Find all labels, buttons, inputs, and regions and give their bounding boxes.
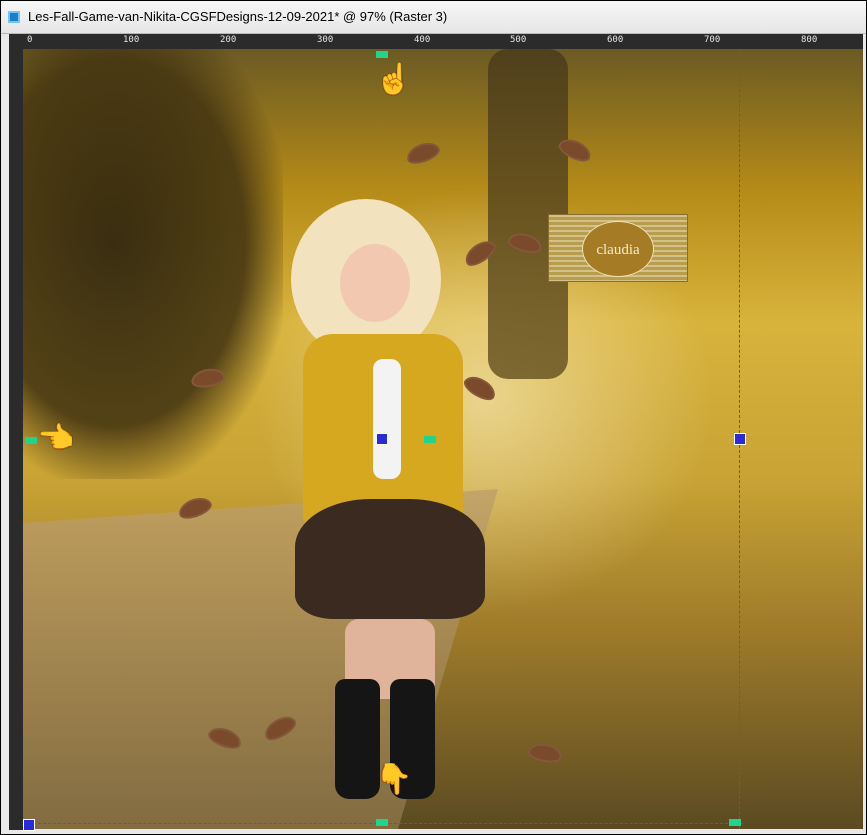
ruler-label: 400 — [414, 35, 431, 45]
hand-pointer-icon: 👇 — [375, 763, 413, 796]
window-titlebar[interactable]: Les-Fall-Game-van-Nikita-CGSFDesigns-12-… — [1, 1, 866, 34]
app-icon — [8, 11, 20, 23]
ruler-label: 100 — [123, 35, 140, 45]
watermark-oval: claudia — [582, 221, 654, 277]
image-window: Les-Fall-Game-van-Nikita-CGSFDesigns-12-… — [0, 0, 867, 835]
child-shirt — [373, 359, 401, 479]
ruler-label: 600 — [607, 35, 624, 45]
left-middle-handle[interactable] — [25, 437, 37, 444]
watermark-text-svg: claudia — [596, 242, 640, 258]
claudia-watermark: claudia — [548, 214, 688, 282]
child-skirt — [295, 499, 485, 619]
ruler-label: 800 — [801, 35, 818, 45]
child-figure — [285, 199, 495, 809]
hand-pointer-icon: 👈 — [37, 422, 75, 455]
hand-pointer-icon: ☝ — [375, 63, 413, 96]
watermark-text: claudia — [596, 242, 640, 258]
rotation-handle[interactable] — [424, 436, 436, 443]
top-ruler[interactable]: 0 100 200 300 400 500 600 700 800 — [27, 34, 863, 50]
child-face — [340, 244, 410, 322]
falling-leaf — [526, 741, 564, 765]
ruler-label: 0 — [27, 35, 33, 45]
left-ruler[interactable] — [9, 49, 24, 830]
ruler-corner — [9, 34, 27, 49]
bottom-left-handle[interactable] — [23, 819, 35, 831]
ruler-label: 200 — [220, 35, 237, 45]
forest-trees — [23, 49, 283, 479]
ruler-label: 300 — [317, 35, 334, 45]
child-boot-left — [335, 679, 380, 799]
right-middle-handle[interactable] — [734, 433, 746, 445]
center-handle[interactable] — [376, 433, 388, 445]
top-center-handle[interactable] — [376, 51, 388, 58]
window-title: Les-Fall-Game-van-Nikita-CGSFDesigns-12-… — [28, 9, 448, 24]
ruler-label: 500 — [510, 35, 527, 45]
bottom-right-handle[interactable] — [729, 819, 741, 826]
falling-leaf — [403, 138, 443, 168]
image-canvas[interactable]: claudia ☝ 👈 👇 — [23, 49, 863, 831]
ruler-label: 700 — [704, 35, 721, 45]
bottom-center-handle[interactable] — [376, 819, 388, 826]
